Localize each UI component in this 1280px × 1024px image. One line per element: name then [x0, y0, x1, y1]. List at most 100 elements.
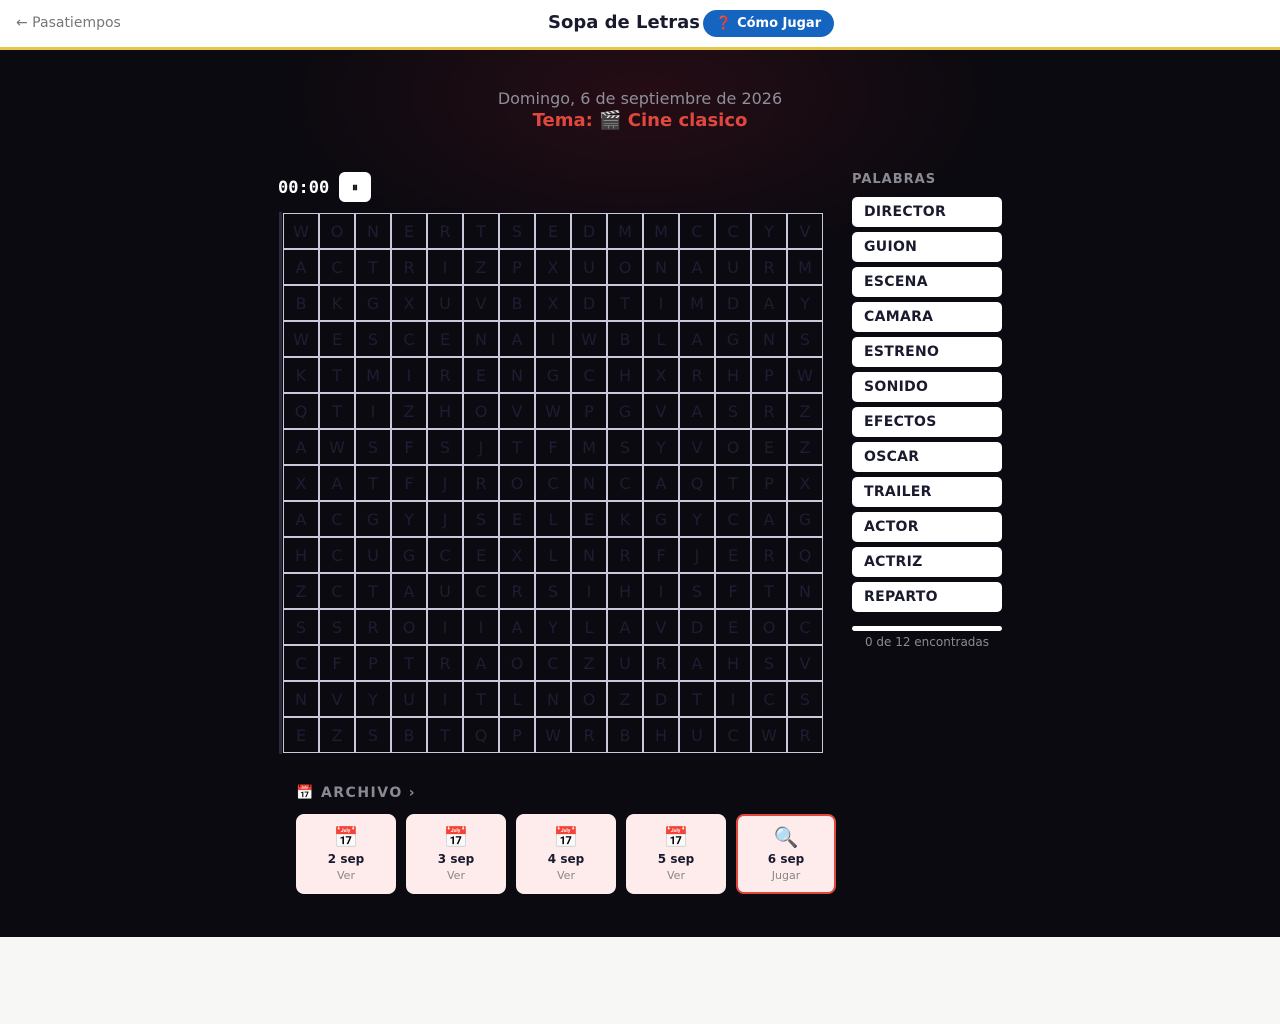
grid-cell[interactable]: O — [319, 213, 355, 249]
grid-cell[interactable]: O — [499, 645, 535, 681]
grid-cell[interactable]: A — [679, 393, 715, 429]
grid-cell[interactable]: N — [535, 681, 571, 717]
grid-cell[interactable]: G — [391, 537, 427, 573]
grid-cell[interactable]: Y — [355, 681, 391, 717]
grid-cell[interactable]: I — [355, 393, 391, 429]
grid-cell[interactable]: T — [319, 393, 355, 429]
grid-cell[interactable]: R — [463, 465, 499, 501]
grid-cell[interactable]: M — [787, 249, 823, 285]
grid-cell[interactable]: J — [427, 465, 463, 501]
grid-cell[interactable]: C — [319, 501, 355, 537]
grid-cell[interactable]: T — [499, 429, 535, 465]
grid-cell[interactable]: W — [535, 393, 571, 429]
letter-grid[interactable]: WONERTSEDMMCCYVACTRIZPXUONAURMBKGXUVBXDT… — [279, 212, 823, 754]
grid-cell[interactable]: E — [499, 501, 535, 537]
grid-cell[interactable]: C — [319, 249, 355, 285]
grid-cell[interactable]: E — [463, 357, 499, 393]
grid-cell[interactable]: E — [319, 321, 355, 357]
grid-cell[interactable]: S — [283, 609, 319, 645]
grid-cell[interactable]: L — [571, 609, 607, 645]
grid-cell[interactable]: Z — [283, 573, 319, 609]
grid-cell[interactable]: S — [427, 429, 463, 465]
grid-cell[interactable]: E — [715, 609, 751, 645]
grid-cell[interactable]: H — [643, 717, 679, 753]
grid-cell[interactable]: G — [607, 393, 643, 429]
grid-cell[interactable]: J — [679, 537, 715, 573]
grid-cell[interactable]: C — [679, 213, 715, 249]
grid-cell[interactable]: C — [751, 681, 787, 717]
grid-cell[interactable]: I — [427, 609, 463, 645]
grid-cell[interactable]: U — [679, 717, 715, 753]
grid-cell[interactable]: Y — [391, 501, 427, 537]
grid-cell[interactable]: X — [535, 285, 571, 321]
grid-cell[interactable]: R — [427, 645, 463, 681]
grid-cell[interactable]: M — [355, 357, 391, 393]
grid-cell[interactable]: E — [571, 501, 607, 537]
grid-cell[interactable]: B — [283, 285, 319, 321]
grid-cell[interactable]: U — [427, 285, 463, 321]
grid-cell[interactable]: E — [751, 429, 787, 465]
grid-cell[interactable]: T — [319, 357, 355, 393]
grid-cell[interactable]: W — [283, 321, 319, 357]
grid-cell[interactable]: D — [571, 213, 607, 249]
grid-cell[interactable]: Z — [463, 249, 499, 285]
grid-cell[interactable]: R — [355, 609, 391, 645]
grid-cell[interactable]: L — [499, 681, 535, 717]
grid-cell[interactable]: S — [679, 573, 715, 609]
grid-cell[interactable]: I — [463, 609, 499, 645]
grid-cell[interactable]: R — [607, 537, 643, 573]
grid-cell[interactable]: Y — [535, 609, 571, 645]
grid-cell[interactable]: J — [427, 501, 463, 537]
grid-cell[interactable]: G — [355, 501, 391, 537]
grid-cell[interactable]: F — [391, 429, 427, 465]
grid-cell[interactable]: Z — [787, 393, 823, 429]
grid-cell[interactable]: R — [787, 717, 823, 753]
grid-cell[interactable]: N — [355, 213, 391, 249]
grid-cell[interactable]: P — [499, 249, 535, 285]
grid-cell[interactable]: T — [463, 681, 499, 717]
grid-cell[interactable]: C — [283, 645, 319, 681]
archive-day-card[interactable]: 📅 3 sep Ver — [406, 814, 506, 894]
grid-cell[interactable]: S — [355, 717, 391, 753]
grid-cell[interactable]: P — [355, 645, 391, 681]
grid-cell[interactable]: Y — [679, 501, 715, 537]
grid-cell[interactable]: A — [499, 609, 535, 645]
grid-cell[interactable]: H — [607, 357, 643, 393]
grid-cell[interactable]: C — [787, 609, 823, 645]
grid-cell[interactable]: V — [787, 645, 823, 681]
grid-cell[interactable]: S — [607, 429, 643, 465]
pause-button[interactable]: ⏸ — [339, 172, 371, 202]
grid-cell[interactable]: V — [319, 681, 355, 717]
grid-cell[interactable]: Z — [607, 681, 643, 717]
grid-cell[interactable]: O — [751, 609, 787, 645]
grid-cell[interactable]: B — [499, 285, 535, 321]
grid-cell[interactable]: O — [391, 609, 427, 645]
grid-cell[interactable]: C — [319, 537, 355, 573]
grid-cell[interactable]: A — [607, 609, 643, 645]
grid-cell[interactable]: S — [535, 573, 571, 609]
grid-cell[interactable]: A — [283, 249, 319, 285]
grid-cell[interactable]: E — [535, 213, 571, 249]
grid-cell[interactable]: H — [283, 537, 319, 573]
grid-cell[interactable]: X — [535, 249, 571, 285]
grid-cell[interactable]: W — [283, 213, 319, 249]
grid-cell[interactable]: A — [283, 429, 319, 465]
grid-cell[interactable]: X — [787, 465, 823, 501]
archive-header[interactable]: 📅 ARCHIVO › — [296, 785, 416, 801]
grid-cell[interactable]: A — [751, 285, 787, 321]
grid-cell[interactable]: B — [607, 321, 643, 357]
grid-cell[interactable]: B — [607, 717, 643, 753]
grid-cell[interactable]: N — [787, 573, 823, 609]
grid-cell[interactable]: N — [643, 249, 679, 285]
grid-cell[interactable]: R — [643, 645, 679, 681]
grid-cell[interactable]: X — [499, 537, 535, 573]
grid-cell[interactable]: Q — [679, 465, 715, 501]
grid-cell[interactable]: J — [463, 429, 499, 465]
grid-cell[interactable]: Q — [283, 393, 319, 429]
grid-cell[interactable]: T — [355, 465, 391, 501]
grid-cell[interactable]: O — [463, 393, 499, 429]
archive-day-card[interactable]: 📅 4 sep Ver — [516, 814, 616, 894]
grid-cell[interactable]: M — [643, 213, 679, 249]
grid-cell[interactable]: H — [715, 357, 751, 393]
grid-cell[interactable]: Y — [787, 285, 823, 321]
